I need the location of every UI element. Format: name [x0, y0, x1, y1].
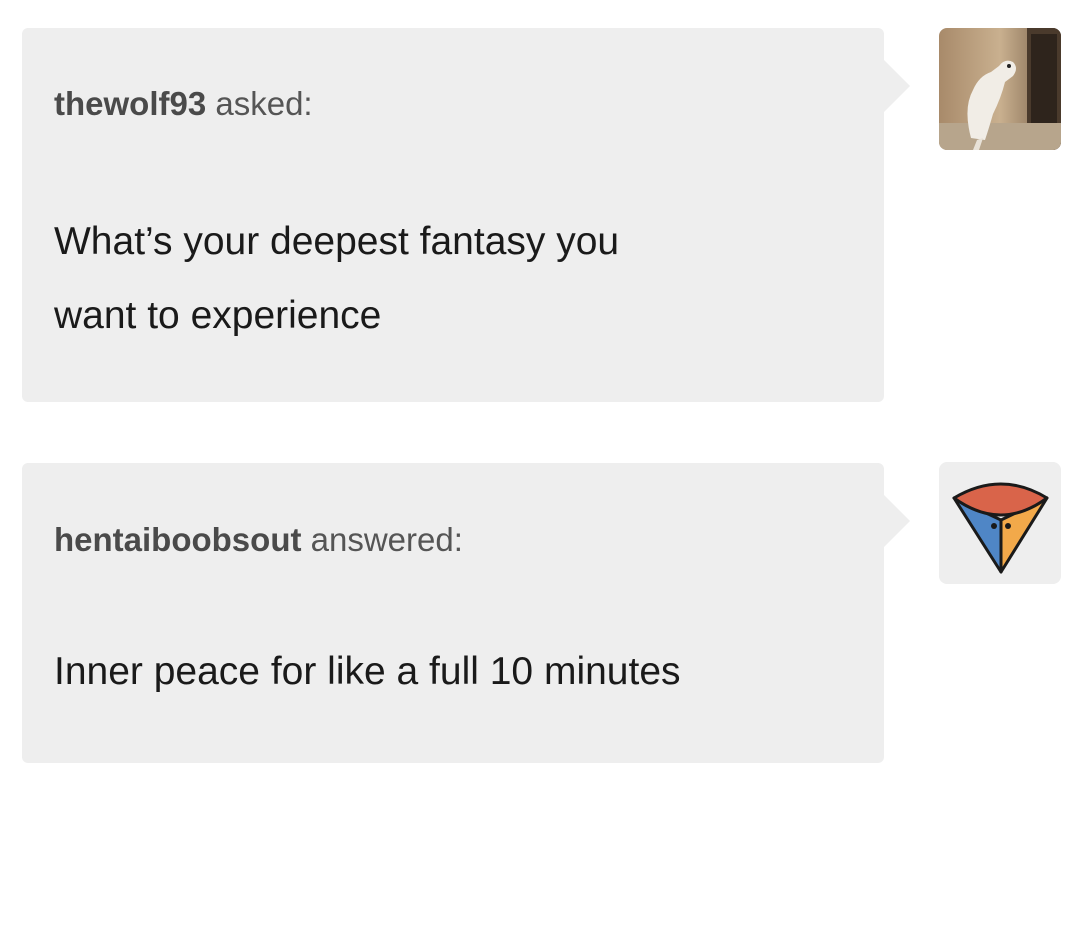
ask-header: thewolf93 asked:: [54, 85, 313, 123]
answer-bubble: hentaiboobsout answered: Inner peace for…: [22, 463, 910, 763]
question-line-2: want to experience: [54, 294, 382, 337]
answerer-avatar[interactable]: [939, 462, 1061, 584]
ask-bubble: thewolf93 asked: What’s your deepest fan…: [22, 28, 910, 402]
answer-text: Inner peace for like a full 10 minutes: [54, 650, 681, 693]
asker-username[interactable]: thewolf93: [54, 85, 206, 122]
ask-verb: asked:: [215, 85, 313, 122]
dog-photo-avatar-icon: [939, 28, 1061, 150]
asker-avatar[interactable]: [939, 28, 1061, 150]
answer-verb: answered:: [310, 521, 463, 558]
question-line-1: What’s your deepest fantasy you: [54, 220, 620, 263]
answer-header: hentaiboobsout answered:: [54, 521, 463, 559]
answerer-username[interactable]: hentaiboobsout: [54, 521, 301, 558]
question-text: What’s your deepest fantasy you want to …: [54, 205, 854, 353]
pizza-slice-avatar-icon: [952, 482, 1049, 574]
